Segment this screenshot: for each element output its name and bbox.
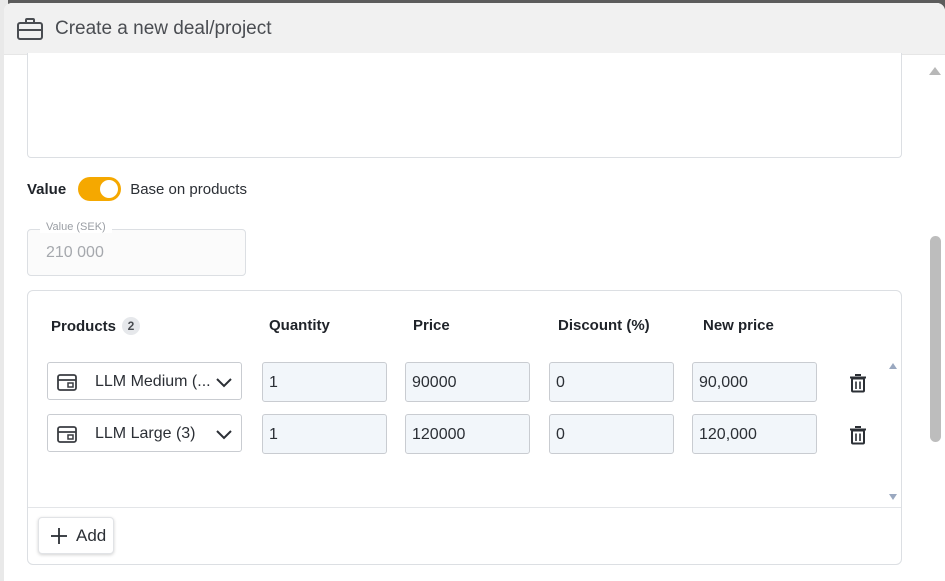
header-products: Products 2: [51, 317, 141, 335]
product-icon: [57, 426, 77, 443]
price-input[interactable]: 90000: [405, 362, 530, 402]
product-name: LLM Medium (...: [95, 373, 211, 390]
products-table: Products 2 Quantity Price Discount (%) Ne…: [27, 290, 902, 565]
trash-icon[interactable]: [849, 425, 867, 445]
chevron-down-icon: [216, 430, 232, 440]
products-count-badge: 2: [122, 317, 141, 335]
header-price: Price: [413, 317, 450, 334]
header-quantity: Quantity: [269, 317, 330, 334]
product-name: LLM Large (3): [95, 425, 196, 442]
add-product-button[interactable]: Add: [38, 517, 114, 554]
product-select[interactable]: LLM Medium (...: [47, 362, 242, 400]
dialog-scroll-up[interactable]: [929, 67, 941, 75]
briefcase-icon: [17, 18, 43, 40]
quantity-input[interactable]: 1: [262, 362, 387, 402]
header-products-label: Products: [51, 318, 117, 335]
table-divider: [28, 507, 901, 508]
discount-input[interactable]: 0: [549, 362, 674, 402]
header-new-price: New price: [703, 317, 774, 334]
dialog-scrollbar-thumb[interactable]: [930, 236, 941, 442]
table-scroll-down[interactable]: [889, 494, 897, 500]
table-row: LLM Large (3) 1 120000 0 120,000: [28, 414, 903, 454]
header-discount: Discount (%): [558, 317, 650, 334]
value-field-label: Value (SEK): [40, 221, 112, 233]
dialog-title: Create a new deal/project: [55, 18, 272, 39]
value-field-value: 210 000: [46, 244, 104, 261]
new-price-input[interactable]: 120,000: [692, 414, 817, 454]
description-textarea[interactable]: [27, 53, 902, 158]
new-price-input[interactable]: 90,000: [692, 362, 817, 402]
trash-icon[interactable]: [849, 373, 867, 393]
value-row: Value Base on products: [27, 177, 247, 201]
price-input[interactable]: 120000: [405, 414, 530, 454]
create-deal-dialog: Create a new deal/project Value Base on …: [4, 3, 945, 581]
chevron-down-icon: [216, 378, 232, 388]
discount-input[interactable]: 0: [549, 414, 674, 454]
add-button-label: Add: [76, 525, 107, 545]
quantity-input[interactable]: 1: [262, 414, 387, 454]
dialog-header: Create a new deal/project: [4, 3, 945, 55]
base-on-products-toggle[interactable]: [78, 177, 122, 201]
table-row: LLM Medium (... 1 90000 0 90,000: [28, 362, 903, 402]
toggle-knob: [100, 180, 119, 198]
plus-icon: [51, 527, 67, 544]
product-select[interactable]: LLM Large (3): [47, 414, 242, 452]
value-sek-field[interactable]: Value (SEK) 210 000: [27, 221, 246, 276]
value-label: Value: [27, 180, 67, 198]
product-icon: [57, 374, 77, 391]
toggle-label: Base on products: [130, 180, 247, 198]
